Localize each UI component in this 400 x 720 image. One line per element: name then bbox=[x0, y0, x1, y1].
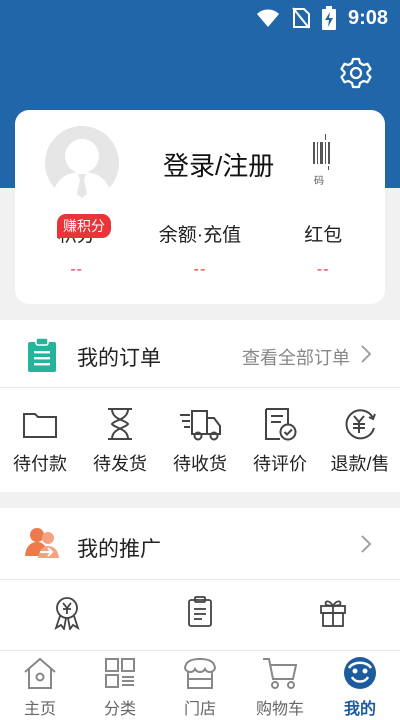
settings-button[interactable] bbox=[337, 56, 375, 94]
promotion-title: 我的推广 bbox=[77, 538, 161, 561]
tab-home-label: 主页 bbox=[23, 701, 56, 718]
no-sim-icon bbox=[292, 7, 310, 29]
avatar[interactable] bbox=[45, 126, 119, 200]
stat-balance[interactable]: 余额·充值 -- bbox=[138, 220, 261, 279]
order-pending-shipment-label: 待发货 bbox=[93, 454, 147, 474]
yen-medal-icon bbox=[0, 596, 133, 630]
promotion-header[interactable]: 我的推广 bbox=[0, 508, 400, 580]
tab-category[interactable]: 分类 bbox=[80, 651, 160, 720]
earn-points-badge[interactable]: 赚积分 bbox=[57, 214, 111, 238]
order-pending-shipment[interactable]: 待发货 bbox=[80, 388, 160, 491]
view-all-orders-link[interactable]: 查看全部订单 bbox=[242, 344, 350, 370]
tab-cart[interactable]: 购物车 bbox=[240, 651, 320, 720]
status-time: 9:08 bbox=[347, 6, 388, 29]
orders-section: 我的订单 查看全部订单 待付款 待发货 待收货 待评价 退款/售 bbox=[0, 320, 400, 492]
promotion-section: 我的推广 bbox=[0, 508, 400, 654]
tab-cart-label: 购物车 bbox=[255, 701, 304, 718]
clipboard-icon bbox=[133, 596, 266, 628]
folder-icon bbox=[0, 406, 80, 442]
order-status-row: 待付款 待发货 待收货 待评价 退款/售 bbox=[0, 388, 400, 491]
profile-face-icon bbox=[320, 655, 400, 691]
profile-card: 登录/注册 码 积分 赚积分 -- 余额·充值 -- 红包 -- bbox=[15, 110, 385, 304]
tab-home[interactable]: 主页 bbox=[0, 651, 80, 720]
bottom-tab-bar: 主页 分类 门店 购物车 我的 bbox=[0, 650, 400, 720]
hourglass-icon bbox=[80, 406, 160, 442]
order-pending-payment-label: 待付款 bbox=[13, 454, 67, 474]
chevron-right-icon bbox=[360, 534, 372, 559]
order-pending-review-label: 待评价 bbox=[253, 454, 307, 474]
promotion-item[interactable] bbox=[0, 580, 133, 654]
home-icon bbox=[0, 655, 80, 691]
stat-balance-value: -- bbox=[193, 261, 207, 278]
cart-icon bbox=[240, 655, 320, 691]
battery-charging-icon bbox=[321, 6, 336, 30]
category-grid-icon bbox=[80, 655, 160, 691]
order-pending-payment[interactable]: 待付款 bbox=[0, 388, 80, 491]
stat-red-packet-label: 红包 bbox=[304, 225, 343, 246]
promotion-item[interactable] bbox=[267, 580, 400, 654]
tab-store[interactable]: 门店 bbox=[160, 651, 240, 720]
gift-icon bbox=[267, 596, 400, 628]
tab-profile[interactable]: 我的 bbox=[320, 651, 400, 720]
order-pending-receipt-label: 待收货 bbox=[173, 454, 227, 474]
tab-category-label: 分类 bbox=[103, 701, 136, 718]
refund-yen-icon bbox=[320, 406, 400, 442]
tab-store-label: 门店 bbox=[183, 701, 216, 718]
orders-title: 我的订单 bbox=[77, 347, 161, 370]
stat-points[interactable]: 积分 赚积分 -- bbox=[15, 214, 138, 279]
stat-red-packet[interactable]: 红包 -- bbox=[262, 220, 385, 279]
promotion-row bbox=[0, 580, 400, 654]
promotion-item[interactable] bbox=[133, 580, 266, 654]
login-register-link[interactable]: 登录/注册 bbox=[163, 146, 274, 183]
order-refund[interactable]: 退款/售 bbox=[320, 388, 400, 491]
status-bar: 9:08 bbox=[0, 0, 400, 38]
store-icon bbox=[160, 655, 240, 691]
tab-profile-label: 我的 bbox=[343, 701, 376, 718]
order-pending-receipt[interactable]: 待收货 bbox=[160, 388, 240, 491]
order-refund-label: 退款/售 bbox=[330, 454, 390, 474]
order-clipboard-icon bbox=[26, 337, 58, 377]
stat-red-packet-value: -- bbox=[316, 261, 330, 278]
orders-header[interactable]: 我的订单 查看全部订单 bbox=[0, 320, 400, 388]
stat-points-value: -- bbox=[70, 261, 83, 278]
barcode-label: 码 bbox=[314, 176, 324, 187]
stats-row: 积分 赚积分 -- 余额·充值 -- 红包 -- bbox=[15, 214, 385, 279]
review-document-icon bbox=[240, 406, 320, 442]
delivery-truck-icon bbox=[160, 406, 240, 442]
chevron-right-icon bbox=[360, 344, 372, 369]
stat-balance-label: 余额·充值 bbox=[158, 225, 242, 246]
gear-icon bbox=[339, 56, 373, 95]
order-pending-review[interactable]: 待评价 bbox=[240, 388, 320, 491]
promotion-people-icon bbox=[24, 526, 60, 565]
wifi-icon bbox=[256, 8, 280, 28]
